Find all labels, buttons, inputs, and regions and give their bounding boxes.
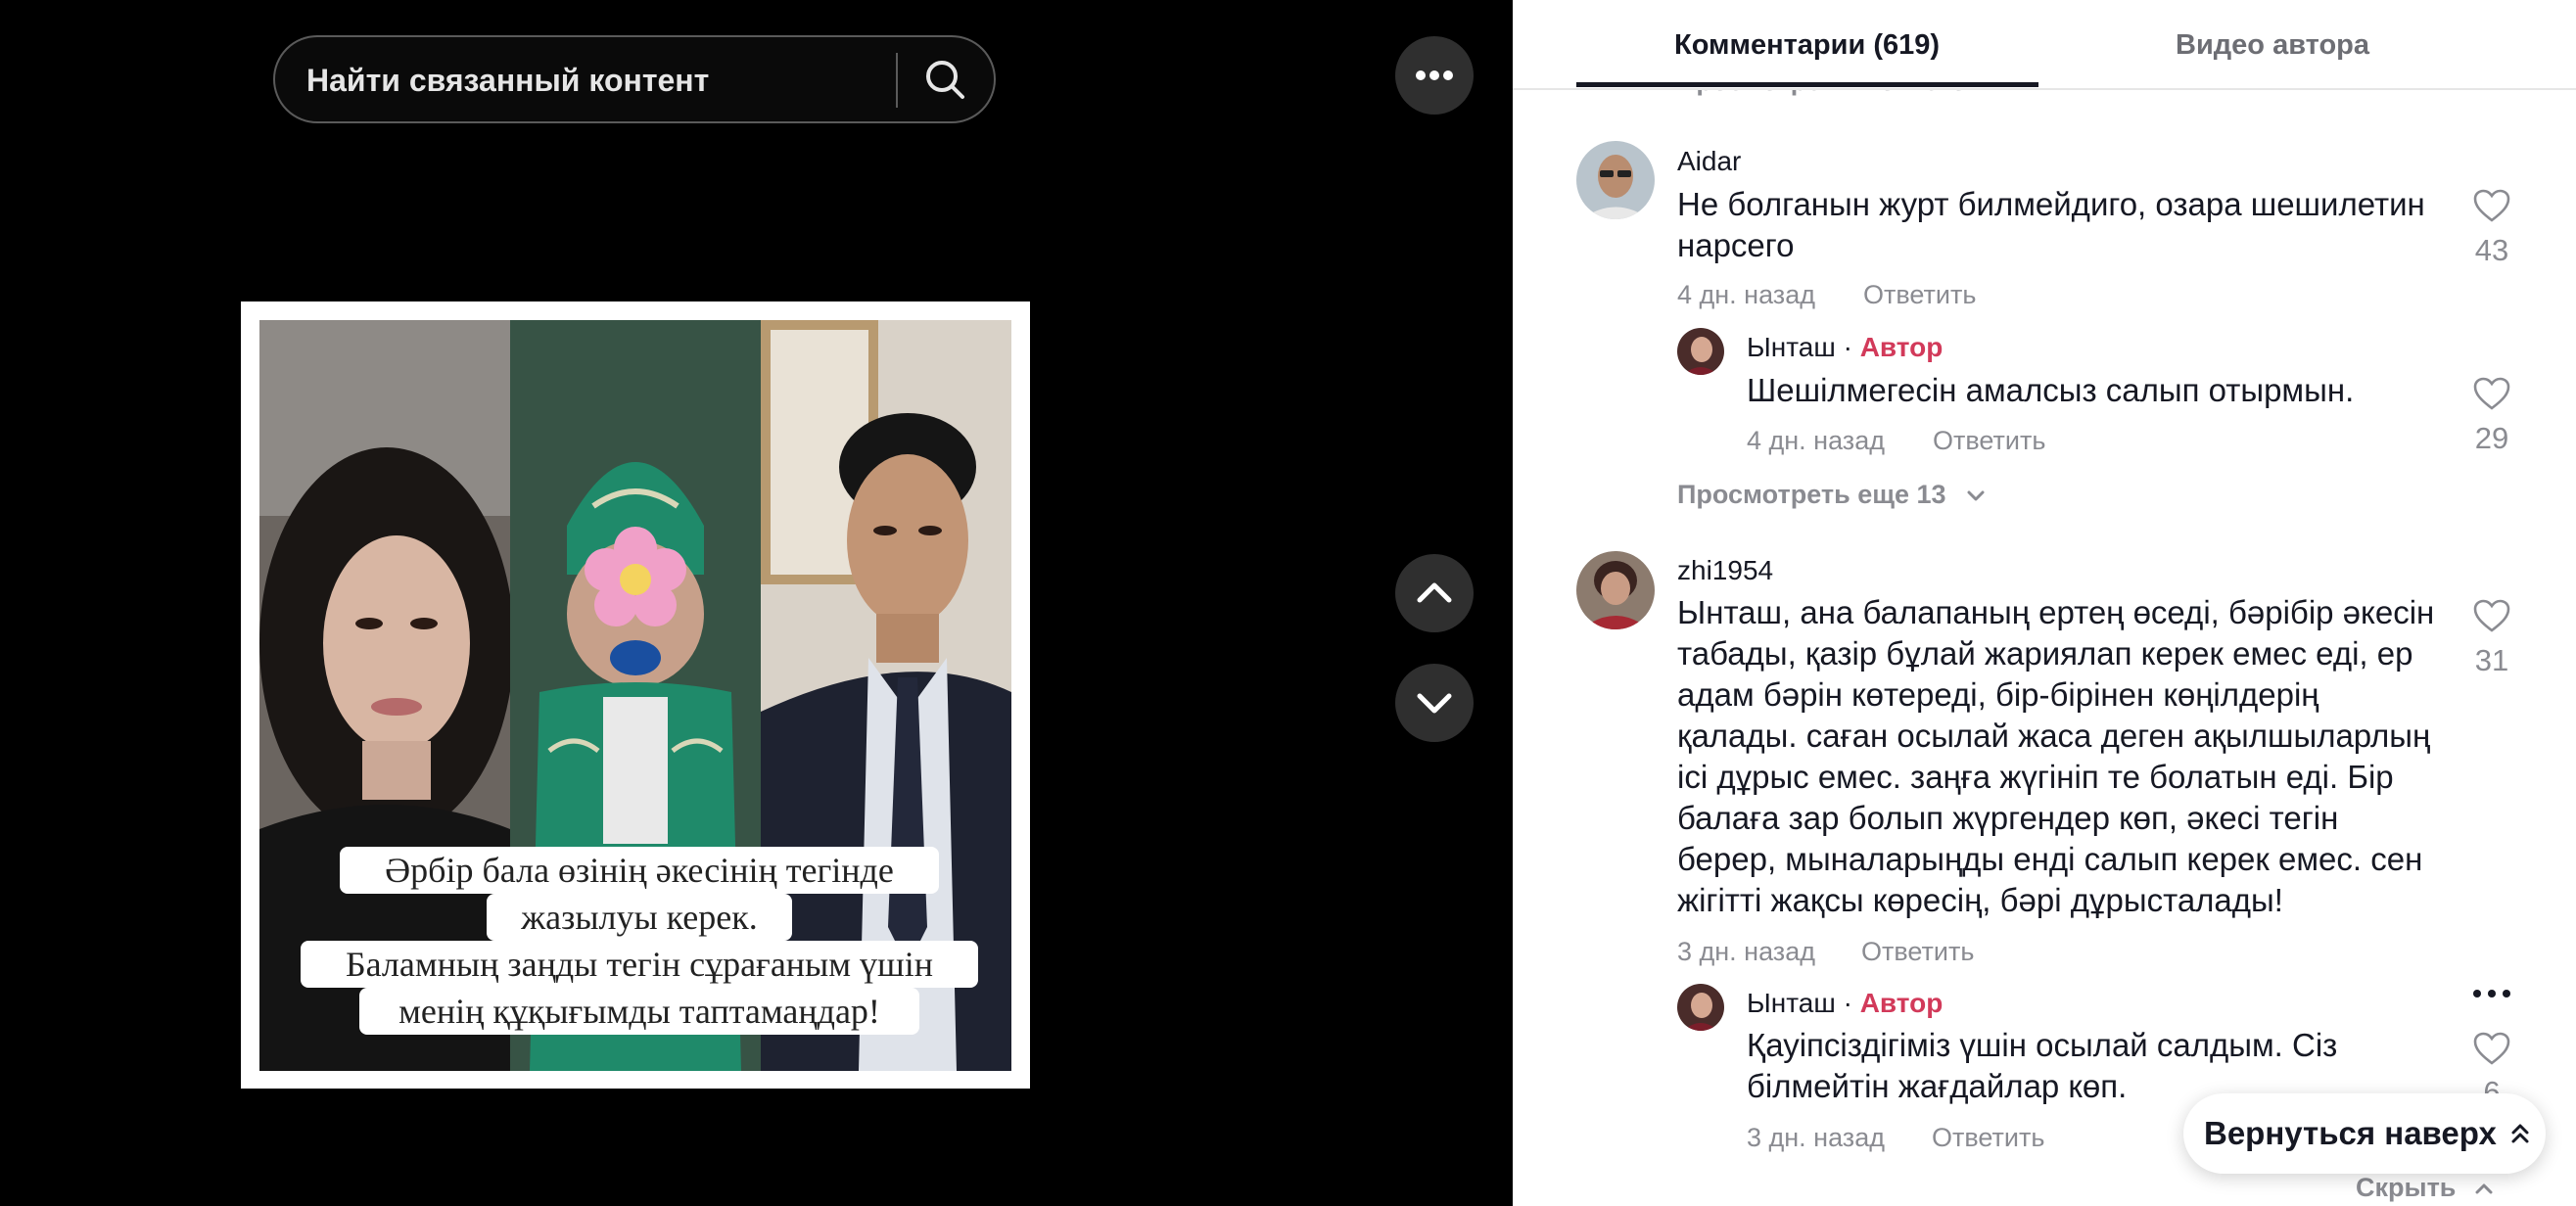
- comment-username[interactable]: zhi1954: [1677, 555, 1773, 586]
- like-count: 43: [2474, 233, 2509, 267]
- more-horizontal-icon: [2473, 990, 2510, 997]
- previous-video-button[interactable]: [1395, 554, 1474, 632]
- reply-button[interactable]: Ответить: [1861, 937, 1974, 967]
- reply-username: Ынташ · Автор: [1747, 332, 1944, 362]
- tab-comments[interactable]: Комментарии (619): [1674, 29, 1940, 62]
- video-caption-line-1: Әрбір бала өзінің әкесінің тегінде: [340, 847, 939, 894]
- heart-icon: [2473, 377, 2510, 410]
- search-icon: [926, 61, 964, 99]
- hide-replies-button[interactable]: Скрыть: [2356, 1173, 2497, 1203]
- reply-button[interactable]: Ответить: [1863, 280, 1976, 310]
- reply-timestamp: 4 дн. назад: [1747, 426, 1885, 455]
- reply-text: Шешілмегесін амалсыз салып отырмын.: [1747, 372, 2355, 408]
- related-search-bar: [273, 35, 996, 123]
- comment-text: Ынташ, ана балапаның ертең өседі, бәрібі…: [1677, 594, 2435, 918]
- search-input[interactable]: [304, 37, 857, 123]
- chevron-up-icon: [2475, 1183, 2493, 1194]
- comments-panel: Просмотреть 7 ответов Комментарии (619) …: [1513, 0, 2576, 1206]
- video-caption-line-2: жазылуы керек.: [487, 894, 792, 941]
- comment-tabs: Комментарии (619) Видео автора: [1513, 0, 2576, 90]
- more-horizontal-icon: [1416, 70, 1453, 80]
- video-player-area: Әрбір бала өзінің әкесінің тегінде жазыл…: [0, 0, 1513, 1206]
- like-count: 29: [2474, 421, 2509, 455]
- double-chevron-up-icon: [2511, 1124, 2529, 1143]
- back-to-top-button[interactable]: Вернуться наверх: [2183, 1093, 2546, 1174]
- next-video-button[interactable]: [1395, 664, 1474, 742]
- reply-username-text[interactable]: Ынташ: [1747, 332, 1836, 362]
- like-button[interactable]: [2458, 598, 2526, 638]
- heart-icon: [2473, 599, 2510, 632]
- reply-more-options-button[interactable]: [2458, 984, 2526, 1008]
- reply-button[interactable]: Ответить: [1932, 1123, 2044, 1153]
- back-to-top-label: Вернуться наверх: [2204, 1115, 2497, 1151]
- video-frame[interactable]: Әрбір бала өзінің әкесінің тегінде жазыл…: [241, 302, 1030, 1089]
- video-caption-line-3: Баламның заңды тегін сұрағаным үшін: [301, 941, 978, 988]
- author-badge: Автор: [1859, 988, 1944, 1018]
- avatar[interactable]: [1576, 551, 1655, 629]
- avatar[interactable]: [1677, 984, 1724, 1031]
- author-badge: Автор: [1859, 332, 1944, 362]
- avatar[interactable]: [1576, 141, 1655, 219]
- active-tab-indicator: [1576, 82, 2038, 87]
- like-button[interactable]: [2458, 1031, 2526, 1071]
- like-count: 31: [2474, 643, 2509, 677]
- search-button[interactable]: [916, 51, 975, 110]
- video-caption-line-4: менің құқығымды таптамаңдар!: [359, 988, 919, 1035]
- comment-text: Не болганын журт билмейдиго, озара шешил…: [1677, 186, 2425, 263]
- view-more-replies-label: Просмотреть еще 13: [1677, 480, 1946, 509]
- tab-author-videos[interactable]: Видео автора: [2176, 29, 2369, 62]
- comment-timestamp: 3 дн. назад: [1677, 937, 1815, 966]
- reply-username: Ынташ · Автор: [1747, 988, 1944, 1018]
- heart-icon: [2473, 1032, 2510, 1065]
- comment-timestamp: 4 дн. назад: [1677, 280, 1815, 309]
- video-collage-image: Әрбір бала өзінің әкесінің тегінде жазыл…: [259, 320, 1011, 1071]
- reply-username-text[interactable]: Ынташ: [1747, 988, 1836, 1018]
- heart-icon: [2473, 189, 2510, 222]
- chevron-up-icon: [1417, 582, 1452, 603]
- hide-replies-label: Скрыть: [2356, 1173, 2457, 1202]
- chevron-down-icon: [1967, 490, 1985, 501]
- more-options-button[interactable]: [1395, 36, 1474, 115]
- search-divider: [896, 53, 898, 108]
- reply-button[interactable]: Ответить: [1933, 426, 2045, 456]
- chevron-down-icon: [1417, 693, 1452, 714]
- comment-username[interactable]: Aidar: [1677, 146, 1741, 177]
- like-button[interactable]: [2458, 188, 2526, 228]
- view-more-replies-button[interactable]: Просмотреть еще 13: [1677, 480, 1989, 510]
- like-button[interactable]: [2458, 376, 2526, 416]
- reply-timestamp: 3 дн. назад: [1747, 1123, 1885, 1152]
- avatar[interactable]: [1677, 328, 1724, 375]
